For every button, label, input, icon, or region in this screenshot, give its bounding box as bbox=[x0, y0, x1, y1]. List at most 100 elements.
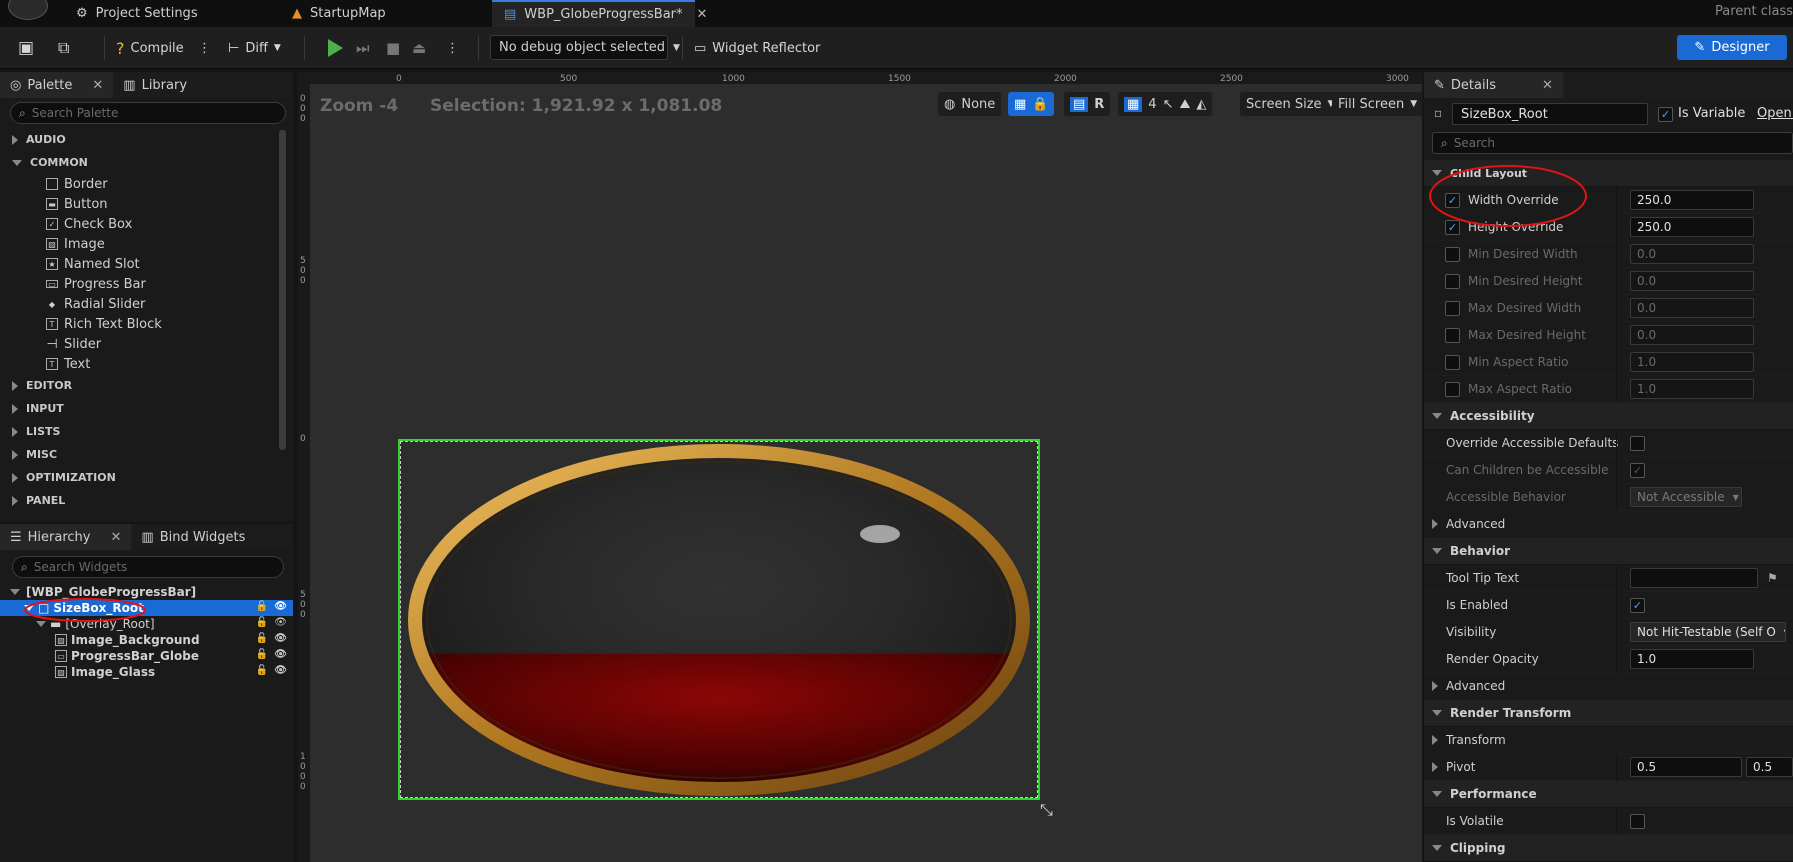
max-desired-height-input[interactable]: 0.0 bbox=[1630, 325, 1754, 345]
close-icon[interactable]: ✕ bbox=[1542, 78, 1553, 93]
is-volatile-checkbox[interactable] bbox=[1630, 813, 1645, 829]
stop-button[interactable]: ■ bbox=[386, 35, 400, 61]
group-advanced-behavior[interactable]: Advanced bbox=[1424, 673, 1793, 700]
category-optimization[interactable]: OPTIMIZATION bbox=[0, 466, 276, 489]
unreal-logo-icon[interactable] bbox=[8, 0, 48, 20]
category-common[interactable]: COMMON bbox=[0, 151, 276, 174]
pivot-x-input[interactable]: 0.5 bbox=[1630, 757, 1742, 777]
category-lists[interactable]: LISTS bbox=[0, 420, 276, 443]
palette-item-image[interactable]: ▨ Image bbox=[0, 234, 276, 254]
designer-viewport[interactable]: Zoom -4 Selection: 1,921.92 x 1,081.08 ⤡… bbox=[298, 72, 1422, 862]
max-desired-width-checkbox[interactable] bbox=[1445, 300, 1460, 316]
visibility-dropdown[interactable]: Not Hit-Testable (Self O ▼ bbox=[1630, 622, 1786, 642]
tab-hierarchy[interactable]: ☰ Hierarchy ✕ bbox=[0, 524, 132, 550]
tree-item-progressbar-globe[interactable]: ▭ ProgressBar_Globe 🔓 👁 bbox=[0, 648, 293, 664]
palette-scrollbar[interactable] bbox=[279, 130, 286, 450]
category-input[interactable]: INPUT bbox=[0, 397, 276, 420]
section-render-transform[interactable]: Render Transform bbox=[1424, 700, 1793, 727]
tree-item-image-glass[interactable]: ▨ Image_Glass 🔓 👁 bbox=[0, 664, 293, 680]
flag-icon[interactable]: ⚑ bbox=[1767, 571, 1778, 585]
min-aspect-ratio-input[interactable]: 1.0 bbox=[1630, 352, 1754, 372]
palette-item-checkbox[interactable]: ✓ Check Box bbox=[0, 214, 276, 234]
compile-button[interactable]: ? Compile bbox=[116, 35, 184, 61]
fill-screen-dropdown[interactable]: Fill Screen ▼ bbox=[1332, 92, 1422, 116]
browse-button[interactable]: ⧉ bbox=[58, 35, 69, 61]
min-aspect-ratio-checkbox[interactable] bbox=[1445, 354, 1460, 370]
play-options-button[interactable]: ⋮ bbox=[446, 35, 459, 61]
override-accessible-checkbox[interactable] bbox=[1630, 435, 1645, 451]
save-button[interactable]: ▣ bbox=[18, 35, 34, 61]
pivot-y-input[interactable]: 0.5 bbox=[1746, 757, 1793, 777]
tab-details[interactable]: ✎ Details ✕ bbox=[1424, 72, 1563, 98]
tab-library[interactable]: ▥ Library bbox=[113, 72, 197, 98]
snap-toggle-button[interactable]: ▦ 🔒 bbox=[1008, 92, 1055, 116]
debug-object-dropdown[interactable]: No debug object selected ▼ bbox=[490, 35, 680, 60]
close-icon[interactable]: ✕ bbox=[697, 7, 708, 22]
max-desired-width-input[interactable]: 0.0 bbox=[1630, 298, 1754, 318]
is-variable-checkbox[interactable]: ✓ bbox=[1658, 107, 1673, 122]
lock-icon[interactable]: 🔓 bbox=[256, 617, 268, 628]
eye-icon[interactable]: 👁 bbox=[274, 665, 287, 676]
widget-selection-frame[interactable] bbox=[398, 439, 1040, 800]
palette-search-input[interactable]: ⌕ Search Palette bbox=[10, 102, 286, 124]
width-override-input[interactable]: 250.0 bbox=[1630, 190, 1754, 210]
category-panel[interactable]: PANEL bbox=[0, 489, 276, 512]
widget-name-input[interactable]: SizeBox_Root bbox=[1452, 103, 1648, 125]
palette-item-radial-slider[interactable]: ◆ Radial Slider bbox=[0, 294, 276, 314]
hierarchy-search-input[interactable]: ⌕ Search Widgets bbox=[12, 556, 284, 578]
group-advanced-accessibility[interactable]: Advanced bbox=[1424, 511, 1793, 538]
palette-item-slider[interactable]: ⊣ Slider bbox=[0, 334, 276, 354]
lock-icon[interactable]: 🔓 bbox=[256, 633, 268, 644]
section-accessibility[interactable]: Accessibility bbox=[1424, 403, 1793, 430]
diff-button[interactable]: ⊢ Diff ▼ bbox=[228, 35, 281, 61]
play-button[interactable] bbox=[328, 35, 343, 61]
palette-item-progress-bar[interactable]: ▭ Progress Bar bbox=[0, 274, 276, 294]
compile-options-button[interactable]: ⋮ bbox=[198, 35, 211, 61]
category-editor[interactable]: EDITOR bbox=[0, 374, 276, 397]
language-preview-button[interactable]: ◍ None bbox=[938, 92, 1002, 116]
lock-icon[interactable]: 🔓 bbox=[256, 665, 268, 676]
close-icon[interactable]: ✕ bbox=[111, 530, 122, 545]
section-performance[interactable]: Performance bbox=[1424, 781, 1793, 808]
screen-size-dropdown[interactable]: Screen Size ▼ bbox=[1240, 92, 1341, 116]
tab-widget-blueprint[interactable]: ▤ WBP_GlobeProgressBar* ✕ bbox=[492, 0, 707, 27]
palette-item-border[interactable]: Border bbox=[0, 174, 276, 194]
max-desired-height-checkbox[interactable] bbox=[1445, 327, 1460, 343]
tab-bind-widgets[interactable]: ▥ Bind Widgets bbox=[131, 524, 255, 550]
eye-icon[interactable]: 👁 bbox=[274, 649, 287, 660]
tab-project-settings[interactable]: ⚙ Project Settings bbox=[64, 0, 210, 27]
tab-palette[interactable]: ◎ Palette ✕ bbox=[0, 72, 114, 98]
eye-icon[interactable]: 👁 bbox=[274, 601, 287, 612]
tool-tip-input[interactable] bbox=[1630, 568, 1758, 588]
respect-locks-button[interactable]: ▤ R bbox=[1064, 92, 1111, 116]
eye-icon[interactable]: 👁 bbox=[274, 617, 287, 628]
section-clipping[interactable]: Clipping bbox=[1424, 835, 1793, 862]
eye-icon[interactable]: 👁 bbox=[274, 633, 287, 644]
grid-snap-button[interactable]: ▦ 4 ↖ ⛰ ◭ bbox=[1118, 92, 1213, 116]
section-behavior[interactable]: Behavior bbox=[1424, 538, 1793, 565]
palette-item-button[interactable]: ▬ Button bbox=[0, 194, 276, 214]
min-desired-height-input[interactable]: 0.0 bbox=[1630, 271, 1754, 291]
widget-reflector-button[interactable]: ▭ Widget Reflector bbox=[694, 35, 820, 61]
min-desired-width-checkbox[interactable] bbox=[1445, 246, 1460, 262]
designer-mode-button[interactable]: ✎ Designer bbox=[1677, 35, 1787, 60]
min-desired-height-checkbox[interactable] bbox=[1445, 273, 1460, 289]
open-link[interactable]: Open S bbox=[1757, 106, 1793, 121]
can-children-checkbox[interactable]: ✓ bbox=[1630, 462, 1645, 478]
palette-item-text[interactable]: T Text bbox=[0, 354, 276, 374]
close-icon[interactable]: ✕ bbox=[92, 78, 103, 93]
lock-icon[interactable]: 🔓 bbox=[256, 601, 268, 612]
is-enabled-checkbox[interactable]: ✓ bbox=[1630, 597, 1645, 613]
tab-startup-map[interactable]: ▲ StartupMap bbox=[280, 0, 398, 27]
details-search-input[interactable]: ⌕ Search bbox=[1432, 132, 1793, 154]
step-button[interactable]: ⏭ bbox=[356, 35, 370, 61]
palette-item-named-slot[interactable]: ★ Named Slot bbox=[0, 254, 276, 274]
max-aspect-ratio-input[interactable]: 1.0 bbox=[1630, 379, 1754, 399]
accessible-behavior-dropdown[interactable]: Not Accessible ▼ bbox=[1630, 487, 1742, 507]
palette-item-rich-text-block[interactable]: T Rich Text Block bbox=[0, 314, 276, 334]
tree-item-image-background[interactable]: ▨ Image_Background 🔓 👁 bbox=[0, 632, 293, 648]
height-override-input[interactable]: 250.0 bbox=[1630, 217, 1754, 237]
min-desired-width-input[interactable]: 0.0 bbox=[1630, 244, 1754, 264]
resize-handle-icon[interactable]: ⤡ bbox=[1040, 800, 1053, 820]
category-misc[interactable]: MISC bbox=[0, 443, 276, 466]
